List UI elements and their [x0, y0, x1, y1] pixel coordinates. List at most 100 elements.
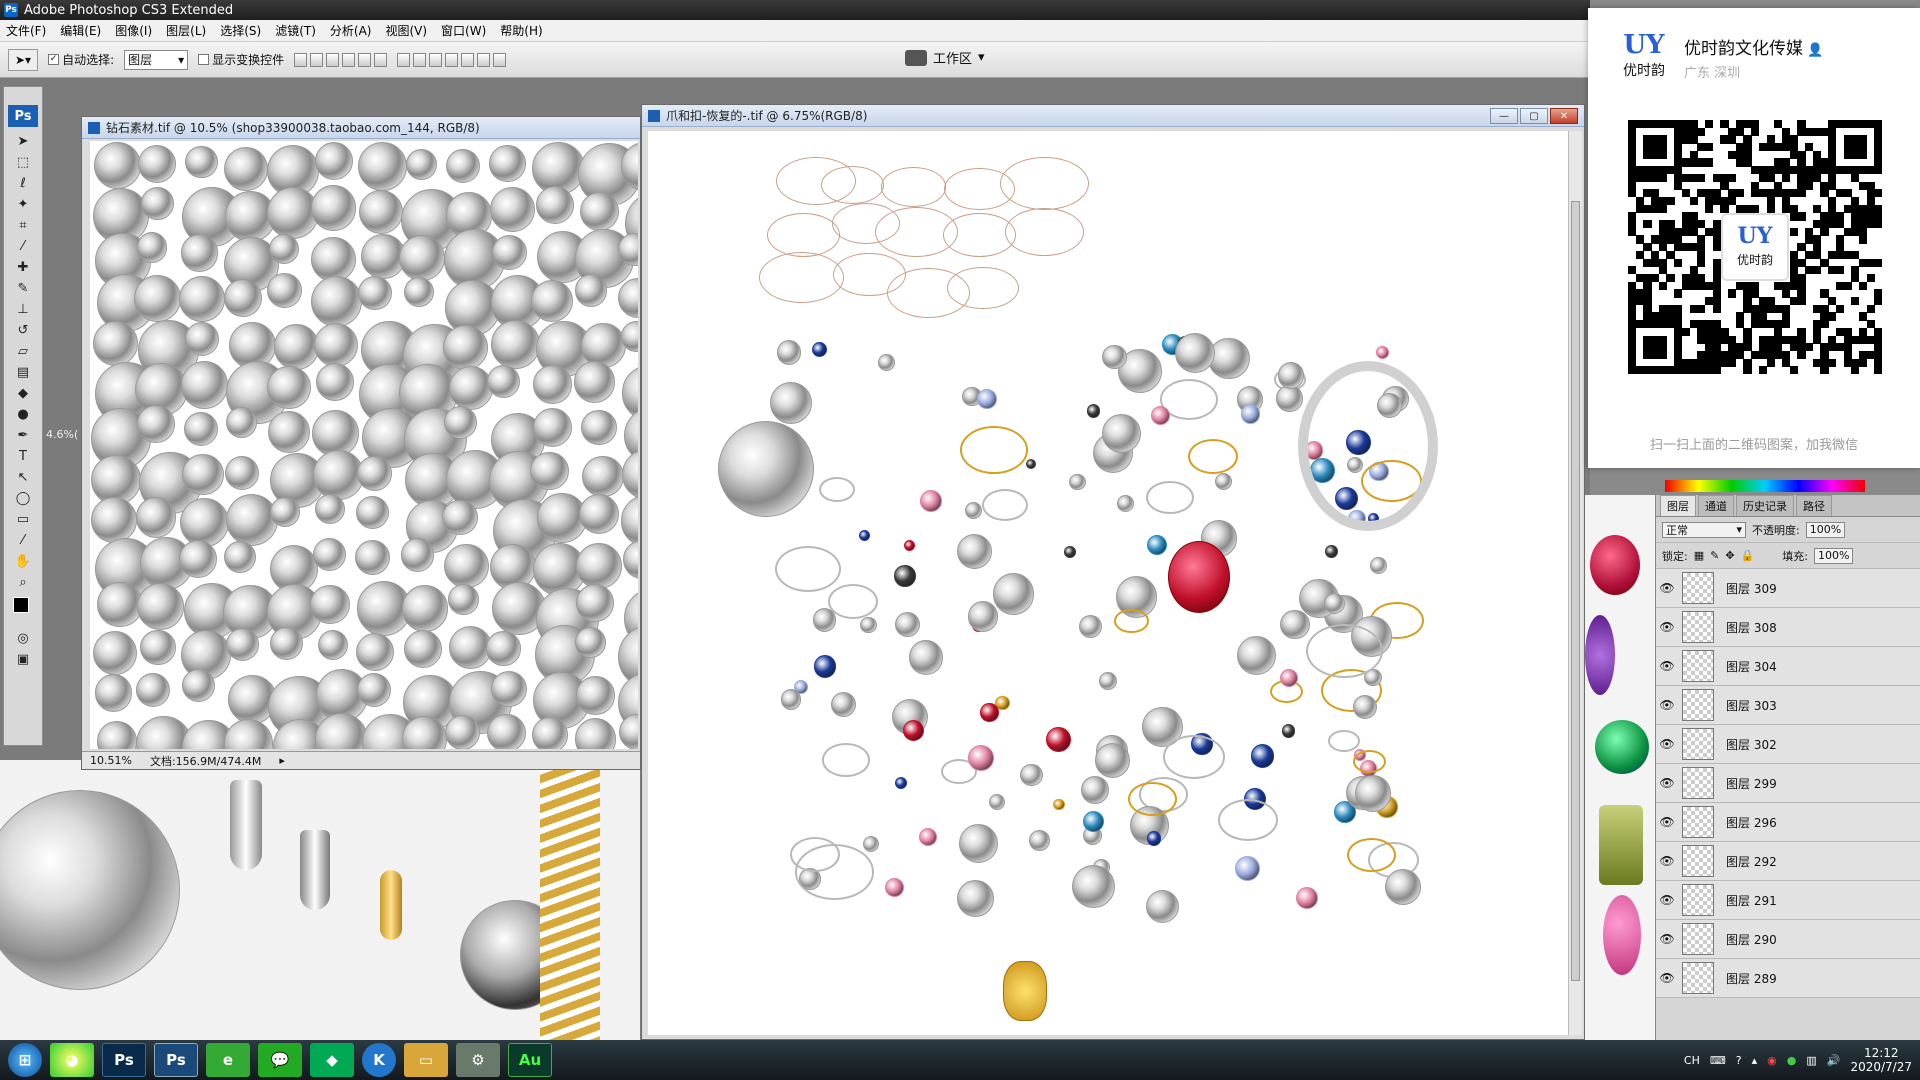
crop-tool-icon[interactable]: ⌗ — [9, 215, 37, 235]
tool-taskbar-icon[interactable]: ⚙ — [456, 1043, 500, 1077]
show-transform-checkbox[interactable]: 显示变换控件 — [198, 51, 284, 68]
photoshop-active-taskbar-icon[interactable]: Ps — [154, 1043, 198, 1077]
color-swatches-icon[interactable] — [9, 593, 37, 627]
foreground-color-swatch[interactable] — [13, 597, 29, 613]
opacity-field[interactable]: 100% — [1805, 521, 1846, 538]
close-icon[interactable]: ✕ — [1550, 108, 1578, 124]
tab-channels[interactable]: 通道 — [1698, 495, 1734, 516]
align-bottom-icon[interactable] — [326, 52, 340, 67]
menu-view[interactable]: 视图(V) — [385, 22, 427, 39]
path-selection-tool-icon[interactable]: ↖ — [9, 467, 37, 487]
align-right-icon[interactable] — [374, 52, 388, 67]
browser-taskbar-icon[interactable]: ◕ — [50, 1043, 94, 1077]
eye-icon[interactable]: 👁 — [1656, 893, 1678, 907]
magic-wand-tool-icon[interactable]: ✦ — [9, 194, 37, 214]
eraser-tool-icon[interactable]: ▱ — [9, 341, 37, 361]
blur-tool-icon[interactable]: ◆ — [9, 383, 37, 403]
clock[interactable]: 12:12 2020/7/27 — [1850, 1046, 1912, 1074]
menu-layer[interactable]: 图层(L) — [166, 22, 206, 39]
zoom-tool-icon[interactable]: ⌕ — [9, 572, 37, 592]
eyedropper-2-tool-icon[interactable]: ⁄ — [9, 530, 37, 550]
tray-arrow-icon[interactable]: ▴ — [1752, 1054, 1758, 1067]
audition-taskbar-icon[interactable]: Au — [508, 1043, 552, 1077]
ime-indicator[interactable]: CH — [1684, 1054, 1700, 1067]
eye-icon[interactable]: 👁 — [1656, 854, 1678, 868]
quick-mask-icon[interactable]: ◎ — [9, 628, 37, 648]
distribute-left-icon[interactable] — [445, 52, 459, 67]
document-canvas[interactable] — [90, 141, 638, 749]
photoshop-taskbar-icon[interactable]: Ps — [102, 1043, 146, 1077]
distribute-bottom-icon[interactable] — [429, 52, 443, 67]
layer-row[interactable]: 👁 图层 303 — [1656, 686, 1920, 725]
layer-row[interactable]: 👁 图层 309 — [1656, 569, 1920, 608]
layer-row[interactable]: 👁 图层 290 — [1656, 920, 1920, 959]
align-vcenter-icon[interactable] — [310, 52, 324, 67]
volume-icon[interactable]: 🔊 — [1827, 1054, 1841, 1067]
clone-stamp-tool-icon[interactable]: ⊥ — [9, 299, 37, 319]
360-taskbar-icon[interactable]: e — [206, 1043, 250, 1077]
history-brush-tool-icon[interactable]: ↺ — [9, 320, 37, 340]
distribute-hcenter-icon[interactable] — [461, 52, 475, 67]
auto-select-dropdown[interactable]: 图层 ▾ — [124, 49, 189, 70]
align-top-icon[interactable] — [294, 52, 308, 67]
menu-filter[interactable]: 滤镜(T) — [275, 22, 316, 39]
document-title-bar[interactable]: 爪和扣-恢复的-.tif @ 6.75%(RGB/8) — ▢ ✕ — [642, 105, 1584, 127]
marquee-tool-icon[interactable]: ⬚ — [9, 152, 37, 172]
move-tool-icon[interactable]: ➤ — [9, 131, 37, 151]
status-menu-arrow-icon[interactable]: ▸ — [279, 754, 285, 767]
brush-tool-icon[interactable]: ✎ — [9, 278, 37, 298]
type-tool-icon[interactable]: T — [9, 446, 37, 466]
fill-field[interactable]: 100% — [1813, 547, 1854, 564]
eye-icon[interactable]: 👁 — [1656, 737, 1678, 751]
eye-icon[interactable]: 👁 — [1656, 971, 1678, 985]
explorer-taskbar-icon[interactable]: ▭ — [404, 1043, 448, 1077]
eye-icon[interactable]: 👁 — [1656, 620, 1678, 634]
menu-help[interactable]: 帮助(H) — [500, 22, 542, 39]
align-hcenter-icon[interactable] — [358, 52, 372, 67]
shape-tool-icon[interactable]: ◯ — [9, 488, 37, 508]
menu-image[interactable]: 图像(I) — [115, 22, 152, 39]
zoom-level[interactable]: 10.51% — [90, 754, 132, 767]
tab-history[interactable]: 历史记录 — [1736, 495, 1794, 516]
maximize-icon[interactable]: ▢ — [1520, 108, 1548, 124]
layer-row[interactable]: 👁 图层 304 — [1656, 647, 1920, 686]
blend-mode-select[interactable]: 正常 ▾ — [1662, 521, 1746, 538]
menu-edit[interactable]: 编辑(E) — [60, 22, 101, 39]
document-canvas[interactable] — [648, 131, 1568, 1035]
menu-window[interactable]: 窗口(W) — [441, 22, 486, 39]
notes-tool-icon[interactable]: ▭ — [9, 509, 37, 529]
lasso-tool-icon[interactable]: ℓ — [9, 173, 37, 193]
lock-move-icon[interactable]: ✥ — [1725, 549, 1734, 562]
wechat-tray-icon[interactable]: ● — [1787, 1054, 1797, 1067]
move-tool-preset-button[interactable]: ➤▾ — [8, 48, 39, 71]
wechat-taskbar-icon[interactable]: 💬 — [258, 1043, 302, 1077]
keyboard-icon[interactable]: ⌨ — [1710, 1054, 1726, 1067]
healing-brush-tool-icon[interactable]: ✚ — [9, 257, 37, 277]
k-app-taskbar-icon[interactable]: K — [362, 1043, 396, 1077]
auto-align-icon[interactable] — [493, 52, 507, 67]
hand-tool-icon[interactable]: ✋ — [9, 551, 37, 571]
layer-row[interactable]: 👁 图层 289 — [1656, 959, 1920, 998]
tab-layers[interactable]: 图层 — [1660, 495, 1696, 516]
layer-row[interactable]: 👁 图层 292 — [1656, 842, 1920, 881]
menu-file[interactable]: 文件(F) — [6, 22, 46, 39]
eyedropper-tool-icon[interactable]: ⁄ — [9, 236, 37, 256]
workspace-button[interactable]: 工作区 ▾ — [905, 48, 985, 67]
gradient-tool-icon[interactable]: ▤ — [9, 362, 37, 382]
eye-icon[interactable]: 👁 — [1656, 659, 1678, 673]
screen-mode-icon[interactable]: ▣ — [9, 649, 37, 669]
eye-icon[interactable]: 👁 — [1656, 581, 1678, 595]
dodge-tool-icon[interactable]: ● — [9, 404, 37, 424]
help-icon[interactable]: ? — [1736, 1054, 1742, 1067]
layer-row[interactable]: 👁 图层 299 — [1656, 764, 1920, 803]
document-window-claws[interactable]: 爪和扣-恢复的-.tif @ 6.75%(RGB/8) — ▢ ✕ — [641, 104, 1585, 1040]
eye-icon[interactable]: 👁 — [1656, 776, 1678, 790]
lock-all-icon[interactable]: 🔒 — [1741, 549, 1755, 562]
auto-select-checkbox[interactable]: ✓ 自动选择: — [48, 51, 114, 68]
align-left-icon[interactable] — [342, 52, 356, 67]
document-window-diamonds[interactable]: 钻石素材.tif @ 10.5% (shop33900038.taobao.co… — [81, 116, 641, 770]
network-icon[interactable]: ▥ — [1806, 1054, 1816, 1067]
layer-row[interactable]: 👁 图层 302 — [1656, 725, 1920, 764]
pen-tool-icon[interactable]: ✒ — [9, 425, 37, 445]
minimize-icon[interactable]: — — [1490, 108, 1518, 124]
